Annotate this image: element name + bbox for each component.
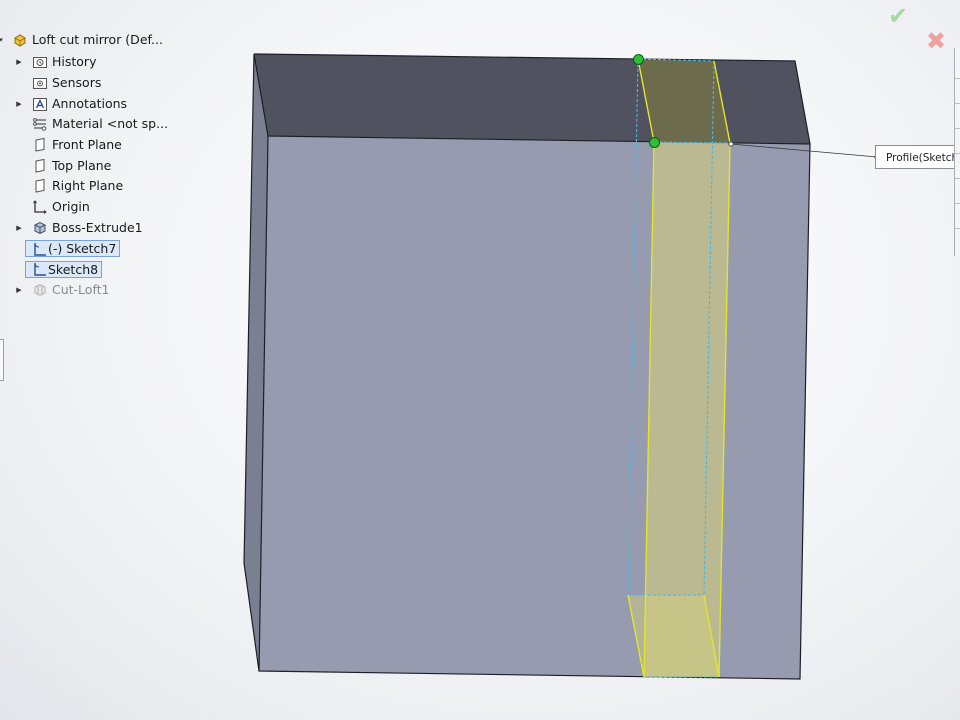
sketch-icon <box>34 263 46 276</box>
connector-handle-front[interactable] <box>649 137 660 148</box>
tree-item[interactable]: Material <not sp... <box>0 114 240 135</box>
tree-item-label: Top Plane <box>52 157 112 173</box>
close-icon: ✖ <box>925 27 947 55</box>
tree-item-label: Sensors <box>52 75 102 91</box>
tree-item-label: History <box>52 54 97 70</box>
panel-resize-tab[interactable] <box>0 339 4 381</box>
plane-icon <box>35 158 45 173</box>
origin-icon <box>33 200 47 215</box>
sensors-folder-icon <box>33 78 47 90</box>
tree-item[interactable]: Origin <box>0 197 240 218</box>
connector-handle-top[interactable] <box>633 54 644 65</box>
tree-item[interactable]: ▶ History <box>0 52 240 73</box>
tree-item-label: Origin <box>52 199 90 215</box>
tree-item[interactable]: Sketch8 <box>0 259 240 280</box>
expand-arrow-icon[interactable]: ▶ <box>14 222 24 234</box>
tree-item[interactable]: Top Plane <box>0 155 240 176</box>
tree-item-label: Material <not sp... <box>52 116 169 132</box>
property-manager-edge[interactable] <box>954 48 960 256</box>
profile-callout-label: Profile(Sketch <box>886 152 959 164</box>
ok-button[interactable]: ✔ <box>884 2 912 30</box>
plane-icon <box>35 137 45 152</box>
tree-item-label: Front Plane <box>52 137 122 153</box>
feature-manager-tree[interactable]: ▾ Loft cut mirror (Def... ▶ History Sensor… <box>0 28 240 300</box>
expand-arrow-icon[interactable]: ▶ <box>14 98 24 110</box>
tree-root-label: Loft cut mirror (Def... <box>32 32 163 47</box>
tree-item-label: Right Plane <box>52 178 124 194</box>
part-icon <box>14 34 26 47</box>
expand-arrow-icon[interactable]: ▶ <box>14 56 24 68</box>
tree-item[interactable]: Front Plane <box>0 135 240 156</box>
tree-item[interactable]: ▶ Annotations <box>0 93 240 114</box>
profile-callout[interactable]: Profile(Sketch <box>875 145 960 169</box>
tree-item[interactable]: (-) Sketch7 <box>0 238 240 259</box>
tree-item-label: Cut-Loft1 <box>52 281 110 297</box>
tree-item[interactable]: Sensors <box>0 73 240 94</box>
material-icon <box>33 118 47 132</box>
cancel-button[interactable]: ✖ <box>922 27 950 55</box>
expand-arrow-icon[interactable]: ▶ <box>14 284 24 296</box>
checkmark-icon: ✔ <box>887 2 909 30</box>
collapse-arrow-icon[interactable]: ▾ <box>0 34 6 46</box>
annotations-icon <box>33 97 47 111</box>
plane-icon <box>35 179 45 194</box>
loft-cut-feature-icon <box>34 283 46 296</box>
tree-root[interactable]: ▾ Loft cut mirror (Def... <box>0 28 240 52</box>
tree-item-label: Annotations <box>52 95 128 111</box>
history-folder-icon <box>33 57 47 69</box>
sketch-icon <box>34 242 46 256</box>
tree-item[interactable]: ▶ Cut-Loft1 <box>0 280 240 301</box>
tree-item[interactable]: Right Plane <box>0 176 240 197</box>
tree-item-label: Boss-Extrude1 <box>52 219 143 235</box>
callout-anchor <box>728 141 734 147</box>
extrude-feature-icon <box>34 221 46 234</box>
tree-item[interactable]: ▶ Boss-Extrude1 <box>0 218 240 239</box>
